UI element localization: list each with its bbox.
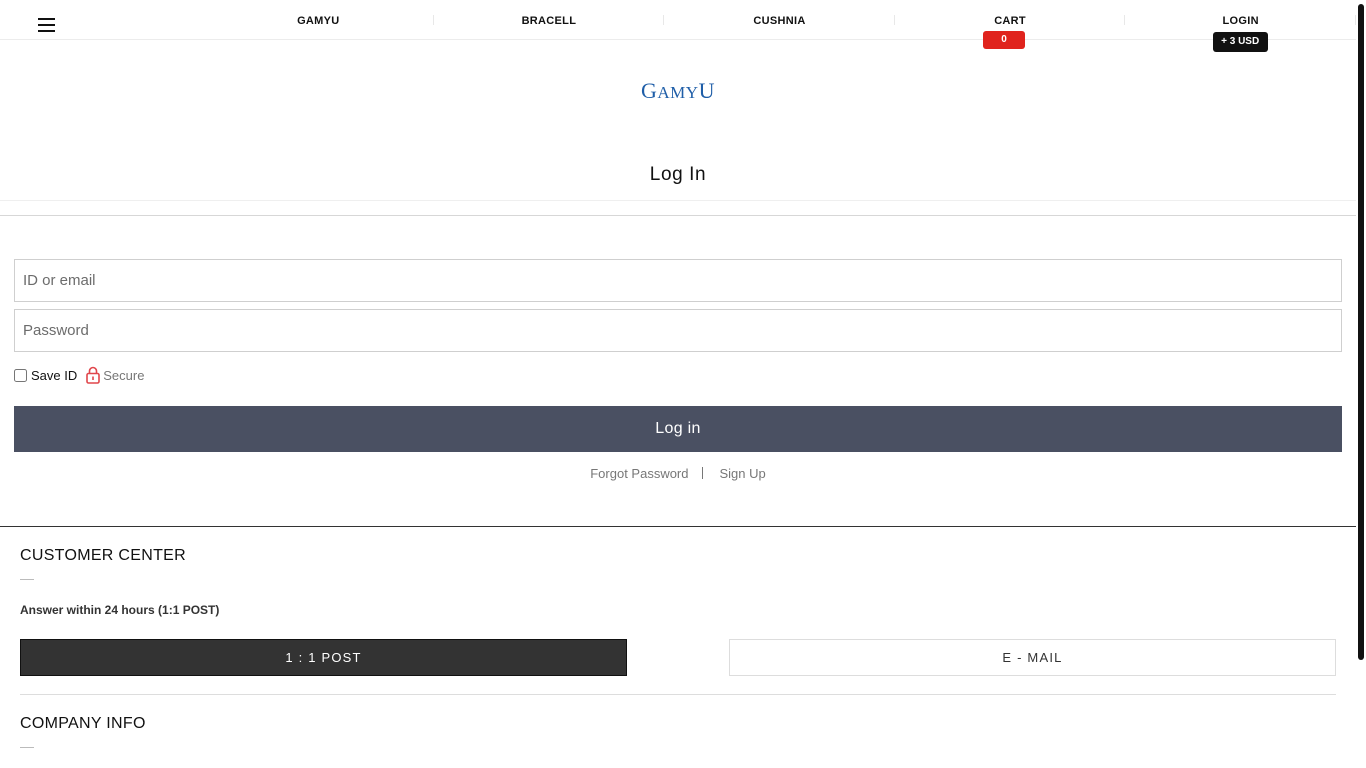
nav-menu: GAMYU BRACELL CUSHNIA CART 0 LOGIN + 3 U…: [203, 0, 1356, 52]
logo-letter: G: [641, 78, 658, 103]
nav-item-label: CART: [994, 15, 1026, 27]
save-id-row: Save ID Secure: [14, 366, 144, 384]
link-separator: [701, 467, 703, 479]
nav-item-label: CUSHNIA: [753, 15, 806, 27]
cart-count-badge: 0: [983, 31, 1026, 49]
secure-label: Secure: [103, 367, 145, 383]
id-email-input[interactable]: [14, 259, 1342, 302]
save-id-checkbox[interactable]: [14, 368, 27, 382]
nav-item-label: BRACELL: [521, 15, 577, 27]
forgot-password-link[interactable]: Forgot Password: [590, 466, 688, 481]
footer-divider: [0, 526, 1356, 527]
nav-item-cushnia[interactable]: CUSHNIA: [664, 0, 895, 40]
lock-icon: [86, 366, 101, 384]
customer-center-title: CUSTOMER CENTER: [20, 547, 186, 564]
login-button[interactable]: Log in: [14, 406, 1342, 452]
login-reward-badge: + 3 USD: [1212, 32, 1268, 52]
nav-item-label: LOGIN: [1222, 15, 1259, 27]
footer-divider: [20, 694, 1336, 695]
section-underline: [20, 579, 34, 580]
site-logo[interactable]: GAMYU: [0, 78, 1356, 104]
nav-item-label: GAMYU: [297, 15, 340, 27]
nav-item-gamyu[interactable]: GAMYU: [203, 0, 434, 40]
nav-item-bracell[interactable]: BRACELL: [434, 0, 665, 40]
email-button[interactable]: E - MAIL: [729, 639, 1336, 676]
nav-item-cart[interactable]: CART 0: [895, 0, 1126, 49]
divider: [0, 200, 1356, 201]
sign-up-link[interactable]: Sign Up: [720, 466, 766, 481]
password-input[interactable]: [14, 309, 1342, 352]
one-on-one-post-button[interactable]: 1 : 1 POST: [20, 639, 627, 676]
save-id-label[interactable]: Save ID: [31, 368, 77, 383]
logo-letter: U: [698, 78, 715, 103]
account-links: Forgot Password Sign Up: [0, 466, 1356, 481]
page-title: Log In: [649, 164, 707, 185]
section-underline: [20, 747, 34, 748]
hamburger-icon[interactable]: [38, 18, 56, 32]
company-info-title: COMPANY INFO: [20, 715, 146, 732]
nav-item-login[interactable]: LOGIN + 3 USD: [1125, 0, 1356, 52]
customer-center-description: Answer within 24 hours (1:1 POST): [20, 603, 220, 617]
page-scrollbar[interactable]: [1358, 4, 1364, 660]
divider: [0, 215, 1356, 216]
top-navigation: GAMYU BRACELL CUSHNIA CART 0 LOGIN + 3 U…: [0, 0, 1356, 52]
logo-letters: AMY: [657, 83, 699, 102]
